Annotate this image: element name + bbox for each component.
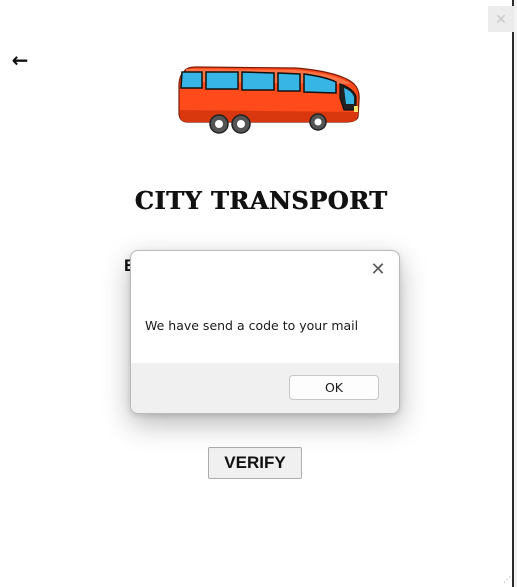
- message-dialog: ✕ We have send a code to your mail OK: [130, 250, 400, 414]
- app-title: CITY TRANSPORT: [134, 186, 388, 215]
- ok-button[interactable]: OK: [289, 375, 379, 400]
- verify-button[interactable]: VERIFY: [208, 447, 302, 479]
- bus-icon: [178, 66, 360, 134]
- resize-grip[interactable]: ⋰: [503, 575, 511, 584]
- close-icon: ✕: [495, 11, 507, 27]
- arrow-left-icon: ←: [11, 48, 29, 72]
- dialog-message: We have send a code to your mail: [145, 318, 359, 333]
- dialog-footer: OK: [131, 363, 399, 413]
- dialog-close-button[interactable]: ✕: [369, 259, 387, 281]
- window-close-button[interactable]: ✕: [488, 6, 514, 32]
- back-button[interactable]: ←: [10, 48, 30, 72]
- close-icon: ✕: [370, 259, 386, 280]
